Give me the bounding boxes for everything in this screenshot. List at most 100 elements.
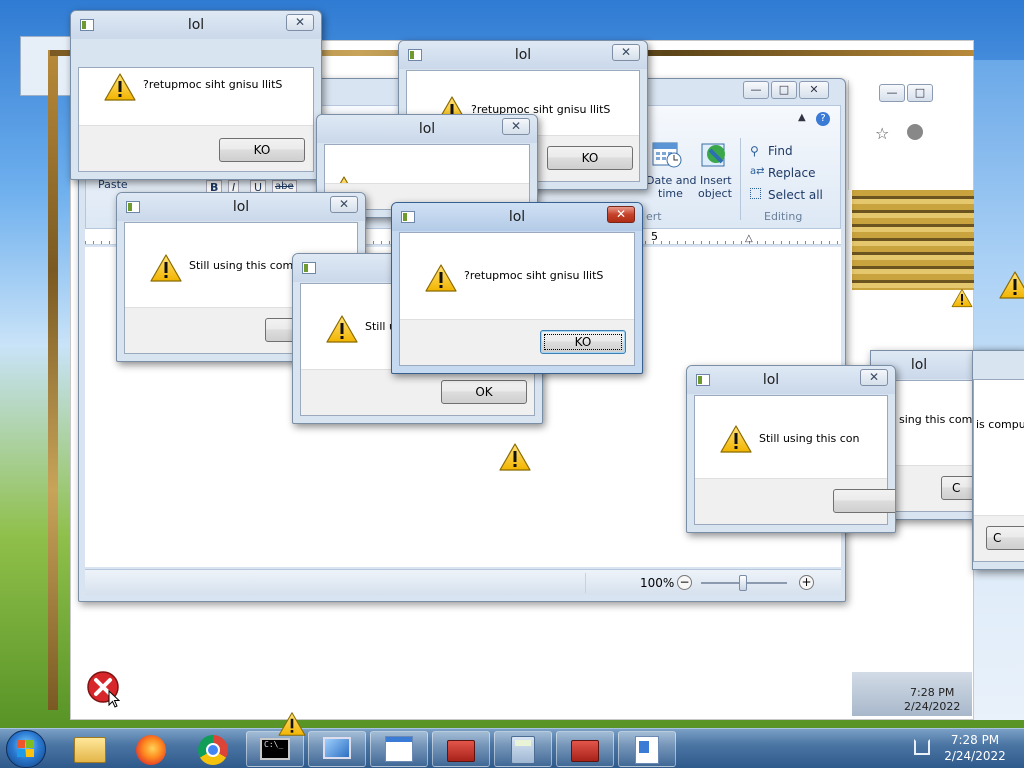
title-bar: lol ✕ — [399, 41, 647, 69]
dialog-footer: KO — [400, 319, 634, 365]
wordpad-controls: — □ ✕ — [739, 79, 839, 101]
minimize-icon[interactable]: — — [743, 81, 769, 99]
firefox-icon — [136, 735, 166, 765]
close-icon[interactable]: ✕ — [612, 44, 640, 61]
date-time-label-1[interactable]: Date and — [646, 174, 696, 187]
replace-icon: a⇄ — [750, 166, 765, 177]
taskbar-chrome[interactable] — [184, 731, 242, 767]
insert-object-label-1[interactable]: Insert — [700, 174, 732, 187]
calendar-icon — [652, 140, 682, 168]
find-button[interactable]: Find — [768, 144, 793, 158]
dialog-window-active: lol ✕ ?retupmoc siht gnisu llitS KO — [391, 202, 643, 374]
title-bar: lol ✕ — [687, 366, 895, 394]
dialog-title: lol — [508, 209, 526, 225]
warning-icon — [149, 253, 183, 283]
close-icon[interactable]: ✕ — [286, 14, 314, 31]
insert-object-icon — [700, 140, 730, 170]
close-icon[interactable]: ✕ — [799, 81, 829, 99]
document-icon-letter — [639, 741, 649, 753]
cmd-icon: C:\_ — [260, 738, 290, 760]
network-icon[interactable] — [914, 739, 930, 755]
taskbar-toolbox-2[interactable] — [556, 731, 614, 767]
select-all-button[interactable]: Select all — [768, 188, 823, 202]
calculator-display — [515, 740, 531, 746]
status-bar: 100% − + — [85, 569, 841, 595]
warning-icon — [325, 314, 359, 344]
calculator-icon — [511, 736, 535, 764]
dialog-client: ?retupmoc siht gnisu llitS KO — [78, 67, 314, 172]
start-orb-icon[interactable] — [6, 730, 46, 768]
ok-button[interactable]: OK — [441, 380, 527, 404]
date-time-label-2[interactable]: time — [658, 187, 683, 200]
close-icon[interactable]: ✕ — [607, 206, 635, 223]
wordpad-icon-bar — [386, 737, 412, 742]
taskbar-toolbox-1[interactable] — [432, 731, 490, 767]
monitor-icon — [323, 737, 351, 759]
maximize-icon[interactable]: □ — [771, 81, 797, 99]
clock[interactable]: 7:28 PM 2/24/2022 — [940, 733, 1010, 763]
dialog-message: ?retupmoc siht gnisu llitS — [464, 269, 604, 282]
ko-button[interactable]: KO — [540, 330, 626, 354]
taskbar-document[interactable] — [618, 731, 676, 767]
taskbar-wordpad[interactable] — [370, 731, 428, 767]
taskbar-monitor[interactable] — [308, 731, 366, 767]
zoom-slider-thumb[interactable] — [739, 575, 747, 591]
ko-button[interactable]: KO — [219, 138, 305, 162]
dialog-client: ?retupmoc siht gnisu llitS KO — [399, 232, 635, 366]
ko-button[interactable]: KO — [547, 146, 633, 170]
ok-button[interactable] — [833, 489, 895, 513]
insert-object-label-2[interactable]: object — [698, 187, 732, 200]
ghost-clock-time: 7:28 PM — [910, 686, 955, 699]
ghost-tray: 7:28 PM 2/24/2022 — [852, 672, 972, 716]
star-icon[interactable]: ☆ — [875, 124, 889, 143]
document-icon — [635, 736, 659, 764]
close-icon[interactable]: ✕ — [330, 196, 358, 213]
maximize-icon[interactable]: □ — [907, 84, 933, 102]
ribbon-collapse-icon[interactable]: ▲ — [798, 112, 806, 123]
dialog-title: lol — [187, 17, 205, 33]
taskbar-calculator[interactable] — [494, 731, 552, 767]
dialog-message: is compu — [976, 418, 1024, 431]
ribbon-help-icon[interactable]: ? — [816, 112, 830, 126]
insert-group-label: ert — [646, 210, 662, 223]
glitch-right-panel — [852, 190, 974, 290]
replace-button[interactable]: Replace — [768, 166, 815, 180]
mouse-cursor-icon — [108, 689, 121, 711]
warning-icon — [950, 288, 974, 308]
ghost-clock-date: 2/24/2022 — [904, 700, 961, 713]
clock-time: 7:28 PM — [950, 733, 1000, 747]
title-bar: lol ✕ — [71, 11, 321, 39]
zoom-in-icon[interactable]: + — [799, 575, 814, 590]
folder-icon — [74, 737, 106, 763]
toolbox-icon — [571, 740, 599, 762]
zoom-level: 100% — [640, 576, 675, 590]
dialog-client: is compu C — [973, 379, 1024, 562]
browser-toolbar-fragment: — □ ☆ — [848, 80, 972, 190]
profile-icon[interactable] — [907, 124, 923, 140]
close-icon[interactable]: ✕ — [502, 118, 530, 135]
dialog-footer — [695, 478, 895, 524]
warning-icon — [998, 270, 1024, 300]
close-icon[interactable]: ✕ — [860, 369, 888, 386]
dialog-footer: OK — [301, 369, 534, 415]
title-bar: lol ✕ — [317, 115, 537, 143]
dialog-window: lol ✕ Still using this con — [686, 365, 896, 533]
clock-date: 2/24/2022 — [944, 749, 1006, 763]
dialog-message: ?retupmoc siht gnisu llitS — [143, 78, 283, 91]
zoom-out-icon[interactable]: − — [677, 575, 692, 590]
editing-group-label: Editing — [764, 210, 803, 223]
indent-marker-icon[interactable]: △ — [745, 233, 753, 244]
cancel-button[interactable]: C — [986, 526, 1024, 550]
toolbox-icon — [447, 740, 475, 762]
warning-icon — [498, 442, 532, 472]
warning-icon — [276, 711, 308, 737]
dialog-window: is compu C — [972, 350, 1024, 570]
minimize-icon[interactable]: — — [879, 84, 905, 102]
glitch-strip — [48, 50, 58, 710]
taskbar-firefox[interactable] — [122, 731, 180, 767]
ruler-mark: 5 — [651, 230, 658, 243]
taskbar-explorer[interactable] — [60, 731, 118, 767]
dialog-message: Still using this con — [759, 432, 860, 445]
warning-icon — [103, 72, 137, 102]
dialog-message: Still using this comp — [189, 259, 301, 272]
